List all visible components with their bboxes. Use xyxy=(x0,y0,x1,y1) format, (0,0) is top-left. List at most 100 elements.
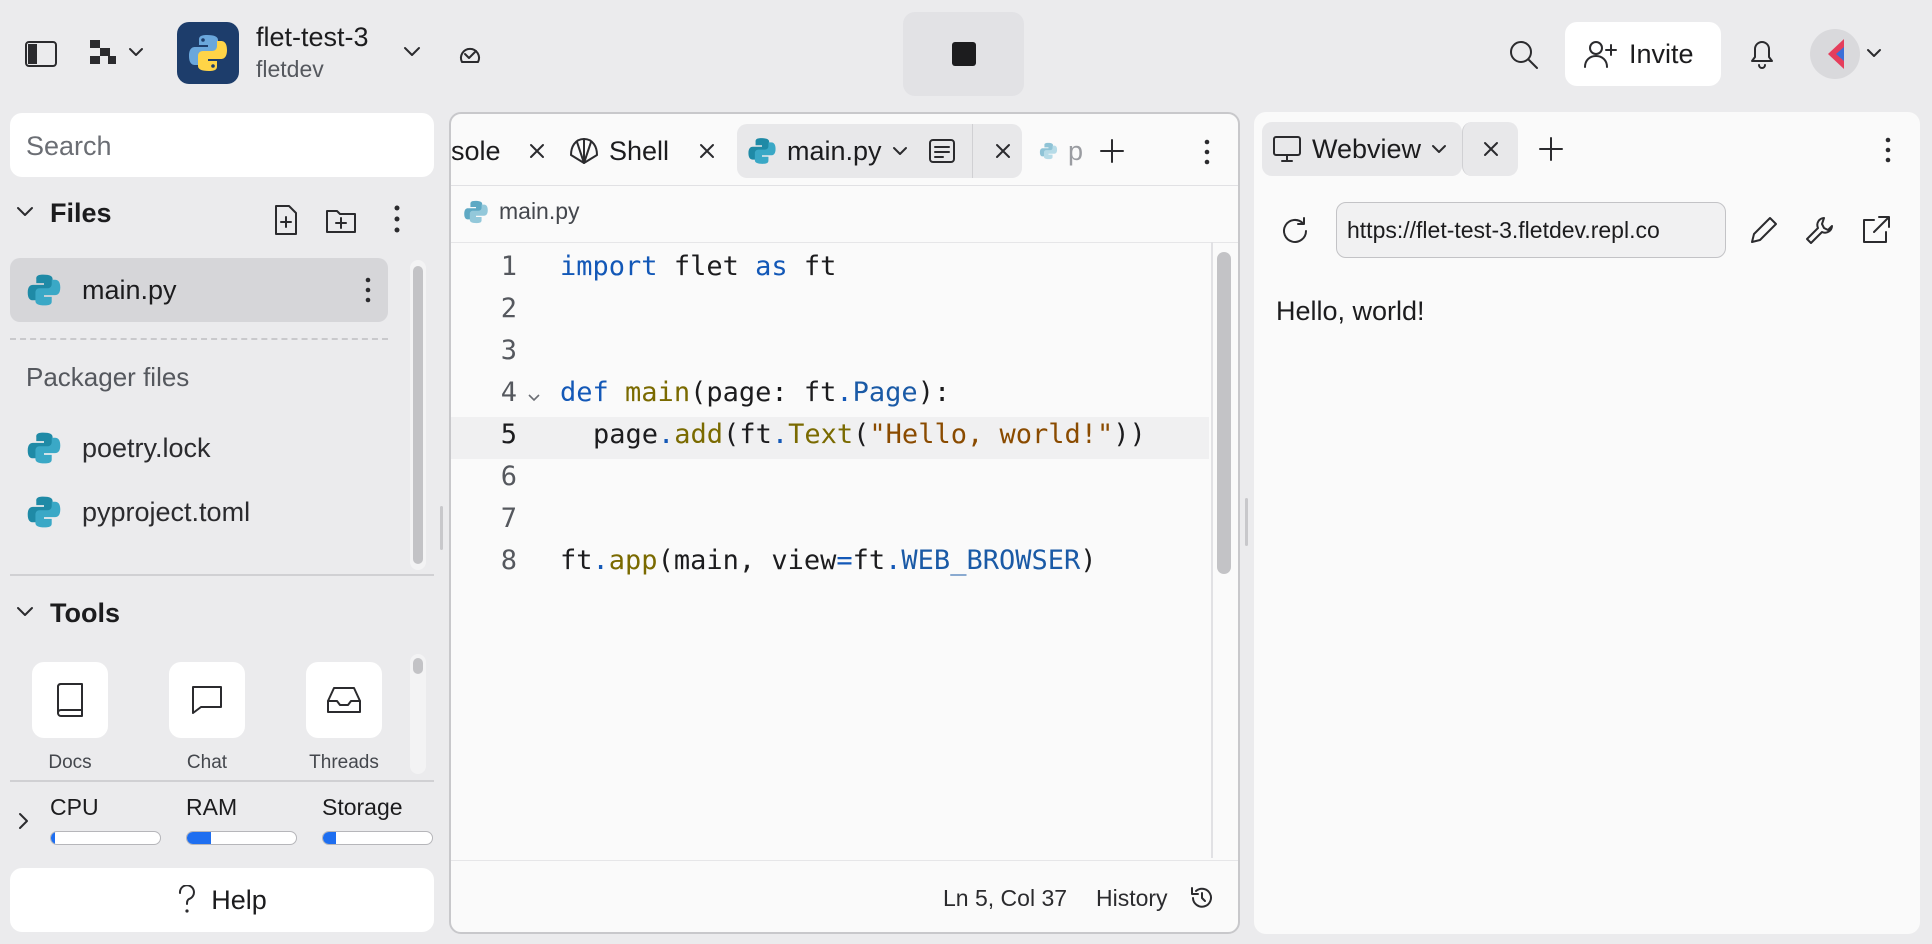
help-button[interactable]: Help xyxy=(10,868,434,932)
file-name: poetry.lock xyxy=(82,432,211,463)
editor-scrollbar-thumb[interactable] xyxy=(1217,252,1231,574)
webview-content-text: Hello, world! xyxy=(1276,296,1425,326)
divider xyxy=(10,338,388,340)
resource-ram: RAM xyxy=(186,794,297,845)
fold-chevron-icon[interactable] xyxy=(527,393,541,403)
chat-icon xyxy=(192,686,222,714)
line-number: 7 xyxy=(500,503,517,534)
line-number: 4 xyxy=(500,377,517,408)
invite-label: Invite xyxy=(1629,38,1694,69)
history-icon[interactable] xyxy=(1189,885,1215,911)
sidebar: Search Files main.py Packager files poet… xyxy=(0,108,442,944)
tab-shell[interactable]: Shell xyxy=(569,124,715,178)
stop-icon xyxy=(951,42,976,66)
line-number: 6 xyxy=(500,461,517,492)
tab-partial[interactable]: p xyxy=(1039,124,1083,178)
code-line-1: import flet as ft xyxy=(560,251,837,282)
editor-scrollbar[interactable] xyxy=(1211,242,1213,858)
edit-icon[interactable] xyxy=(1748,214,1780,246)
tool-threads[interactable]: Threads xyxy=(299,662,389,774)
close-icon xyxy=(1483,142,1498,156)
new-file-icon[interactable] xyxy=(272,204,300,236)
tool-docs[interactable]: Docs xyxy=(25,662,115,774)
code-line-8: ft.app(main, view=ft.WEB_BROWSER) xyxy=(560,545,1097,576)
breadcrumb: main.py xyxy=(463,198,580,225)
tab-console[interactable]: sole xyxy=(451,124,545,178)
chevron-down-icon[interactable] xyxy=(16,606,34,618)
checkpoint-icon[interactable] xyxy=(454,40,486,68)
tab-webview[interactable]: Webview xyxy=(1262,122,1462,176)
search-icon[interactable] xyxy=(1508,39,1540,71)
chevron-down-icon[interactable] xyxy=(403,46,421,58)
divider xyxy=(971,124,974,178)
line-number: 8 xyxy=(500,545,517,576)
files-scrollbar-thumb[interactable] xyxy=(413,266,423,564)
chevron-down-icon[interactable] xyxy=(1866,48,1882,58)
outline-icon[interactable] xyxy=(928,138,956,164)
cpu-usage-bar xyxy=(50,831,161,845)
code-line-5: page.add(ft.Text("Hello, world!")) xyxy=(593,419,1146,450)
python-icon xyxy=(27,432,61,464)
chevron-down-icon[interactable] xyxy=(1431,144,1447,154)
more-options-icon[interactable] xyxy=(364,276,372,304)
project-logo[interactable] xyxy=(177,22,239,84)
storage-usage-bar xyxy=(322,831,433,845)
shell-icon xyxy=(570,138,598,164)
more-options-icon[interactable] xyxy=(1203,138,1211,166)
python-icon xyxy=(1039,142,1058,160)
refresh-icon[interactable] xyxy=(1280,216,1310,246)
more-options-icon[interactable] xyxy=(393,204,401,234)
divider xyxy=(10,780,434,782)
sidebar-toggle-icon[interactable] xyxy=(24,40,58,68)
close-icon[interactable] xyxy=(529,143,545,159)
more-options-icon[interactable] xyxy=(1884,136,1892,164)
file-item-poetry-lock[interactable]: poetry.lock xyxy=(10,416,388,480)
file-name: main.py xyxy=(82,274,177,305)
divider xyxy=(10,574,434,576)
chevron-right-icon[interactable] xyxy=(18,812,30,830)
line-number: 2 xyxy=(500,293,517,324)
chevron-down-icon[interactable] xyxy=(892,146,908,156)
close-icon[interactable] xyxy=(699,143,715,159)
resize-handle[interactable] xyxy=(1245,498,1248,546)
file-item-main-py[interactable]: main.py xyxy=(10,258,388,322)
add-user-icon xyxy=(1584,41,1617,68)
status-bar: Ln 5, Col 37 History xyxy=(451,860,1238,932)
code-editor[interactable]: 1 2 3 4 5 6 7 8 import flet as ft def ma… xyxy=(451,242,1238,858)
history-button[interactable]: History xyxy=(1096,885,1168,912)
file-item-pyproject-toml[interactable]: pyproject.toml xyxy=(10,480,388,544)
tool-chat[interactable]: Chat xyxy=(162,662,252,774)
files-heading[interactable]: Files xyxy=(50,198,112,229)
close-tab-button[interactable] xyxy=(1462,122,1518,176)
python-icon xyxy=(464,200,488,223)
tools-scrollbar[interactable] xyxy=(410,654,426,774)
resize-handle[interactable] xyxy=(440,506,443,550)
ram-usage-bar xyxy=(186,831,297,845)
devtools-wrench-icon[interactable] xyxy=(1804,214,1836,246)
avatar[interactable] xyxy=(1810,29,1860,79)
resource-cpu: CPU xyxy=(50,794,161,845)
question-icon xyxy=(179,885,196,913)
invite-button[interactable]: Invite xyxy=(1565,22,1721,86)
top-bar: flet-test-3 fletdev Invite xyxy=(0,0,1932,108)
url-input[interactable]: https://flet-test-3.fletdev.repl.co xyxy=(1336,202,1726,258)
project-owner[interactable]: fletdev xyxy=(256,56,324,83)
book-icon xyxy=(57,683,83,717)
tab-main-py[interactable]: main.py xyxy=(737,124,1022,178)
bell-icon[interactable] xyxy=(1748,37,1776,71)
add-tab-icon[interactable] xyxy=(1538,136,1564,162)
workspace-menu-button[interactable] xyxy=(88,36,144,68)
close-icon[interactable] xyxy=(995,143,1011,159)
cursor-position[interactable]: Ln 5, Col 37 xyxy=(943,885,1067,912)
tools-heading[interactable]: Tools xyxy=(50,598,120,629)
new-folder-icon[interactable] xyxy=(325,206,357,234)
search-input[interactable]: Search xyxy=(10,113,434,177)
chevron-down-icon[interactable] xyxy=(16,206,34,218)
open-new-window-icon[interactable] xyxy=(1860,214,1892,246)
project-name[interactable]: flet-test-3 xyxy=(256,22,369,53)
add-tab-icon[interactable] xyxy=(1099,138,1125,164)
python-icon xyxy=(189,35,227,71)
monitor-icon xyxy=(1273,136,1301,162)
layout-icon xyxy=(90,40,116,64)
stop-button[interactable] xyxy=(903,12,1024,96)
